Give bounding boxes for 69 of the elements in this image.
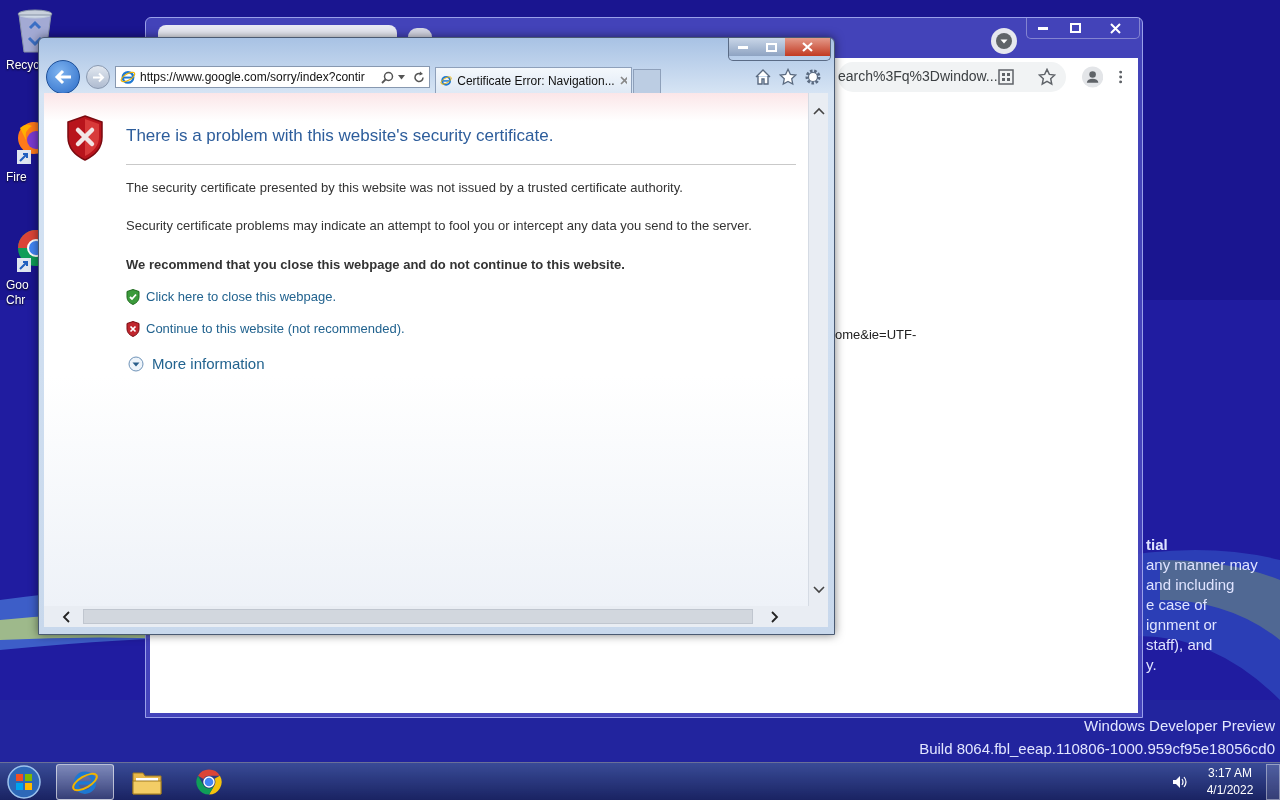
new-tab-button[interactable]	[408, 28, 432, 37]
chrome-logo-icon	[195, 767, 223, 796]
back-arrow-icon	[54, 69, 72, 85]
globe-e-icon	[440, 73, 453, 88]
forward-button[interactable]	[86, 65, 110, 89]
minimize-icon	[1038, 26, 1048, 30]
option-link[interactable]: Click here to close this webpage.	[126, 287, 337, 306]
back-button[interactable]	[46, 60, 80, 94]
scrollbar-thumb[interactable]	[83, 609, 753, 624]
more-information-link[interactable]: More information	[128, 354, 265, 374]
notice-text: staff), and	[1146, 635, 1214, 655]
desktop-icon-label[interactable]: Fire	[6, 170, 27, 185]
address-bar[interactable]: earch%3Fq%3Dwindow...	[838, 61, 1066, 92]
notice-text: tial	[1146, 535, 1169, 555]
shield-error-icon	[66, 115, 104, 161]
globe-e-icon	[120, 69, 136, 85]
profile-icon[interactable]	[1081, 63, 1103, 90]
desktop-icon-label[interactable]: Recyc	[6, 58, 40, 73]
desktop-icon-label[interactable]: Goo	[6, 278, 29, 293]
notice-text: ignment or	[1146, 615, 1218, 635]
desktop-icon-label[interactable]: Chr	[6, 293, 26, 308]
expand-icon	[128, 356, 144, 372]
address-bar[interactable]: https://www.google.com/sorry/index?contir	[115, 66, 430, 88]
recommendation-text: We recommend that you close this webpage and do not continue to this website.	[126, 256, 626, 274]
notice-text: any manner may	[1146, 555, 1258, 575]
error-description: The security certificate presented by this website was not issued by a trusted certificate authority.	[126, 179, 684, 197]
error-description: Security certificate problems may indicate an attempt to fool you or intercept any data you send to the server.	[126, 217, 753, 235]
refresh-icon[interactable]	[413, 70, 425, 84]
star-icon[interactable]	[1037, 67, 1056, 86]
forward-arrow-icon	[91, 71, 105, 83]
clock[interactable]: 3:17 AM 4/1/2022	[1206, 764, 1254, 799]
show-desktop-button[interactable]	[1266, 763, 1280, 800]
notice-text: e case of	[1146, 595, 1208, 615]
star-icon[interactable]	[779, 68, 797, 86]
search-icon[interactable]	[381, 70, 394, 84]
scroll-left-icon[interactable]	[62, 610, 70, 623]
start-button[interactable]	[6, 763, 42, 800]
maximize-icon	[1069, 23, 1081, 33]
home-icon[interactable]	[754, 68, 772, 86]
more-options-icon[interactable]	[1118, 68, 1122, 85]
speaker-icon[interactable]	[1172, 774, 1188, 789]
scroll-up-icon[interactable]	[812, 107, 825, 115]
dropdown-caret-icon[interactable]	[398, 74, 405, 80]
close-icon	[1109, 22, 1121, 34]
maximize-icon	[765, 42, 777, 52]
scroll-right-icon[interactable]	[771, 610, 779, 623]
date-text: 4/1/2022	[1206, 781, 1254, 799]
minimize-icon	[738, 45, 748, 49]
notice-text: y.	[1146, 655, 1158, 675]
page-text: ome&ie=UTF-	[835, 327, 917, 342]
error-heading: There is a problem with this website's security certificate.	[126, 124, 796, 165]
windows-logo-icon	[6, 763, 42, 800]
time-text: 3:17 AM	[1207, 764, 1253, 782]
browser-tab[interactable]: Certificate Error: Navigation...	[435, 67, 632, 93]
close-icon[interactable]	[619, 76, 627, 85]
scroll-down-icon[interactable]	[812, 586, 825, 594]
vertical-scrollbar[interactable]	[808, 93, 828, 606]
notice-text: and including	[1146, 575, 1236, 595]
caret-icon	[996, 33, 1012, 49]
option-link[interactable]: Continue to this website (not recommended).	[126, 319, 405, 338]
shield-cross-icon	[126, 320, 140, 337]
build-info-text: Windows Developer Preview	[1083, 716, 1275, 736]
shield-check-icon	[126, 288, 140, 305]
settings-icon[interactable]	[804, 68, 822, 86]
close-button[interactable]	[785, 38, 830, 56]
build-info-text: Build 8064.fbl_eeap.110806-1000.959cf95e18056cd0	[919, 739, 1275, 759]
horizontal-scrollbar[interactable]	[44, 606, 828, 627]
tab-search-button[interactable]	[991, 28, 1017, 54]
close-icon	[802, 42, 813, 52]
